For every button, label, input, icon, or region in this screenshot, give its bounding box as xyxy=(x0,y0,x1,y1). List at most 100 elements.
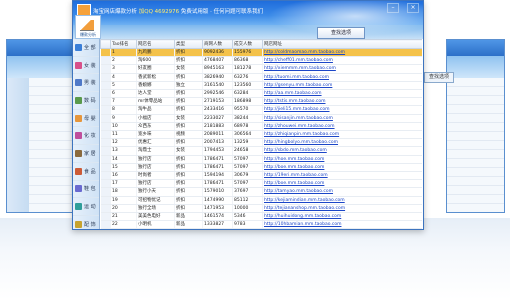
table-cell: 15 xyxy=(110,163,137,173)
sidebar-item[interactable]: 化 妆 xyxy=(73,127,99,146)
background-rows xyxy=(447,78,504,204)
shop-url-link[interactable]: http://kejiamindian.mm.taobao.com xyxy=(262,196,422,205)
floor-reflection xyxy=(0,218,510,300)
column-header[interactable]: 成交人数 xyxy=(232,39,263,49)
table-cell: 37697 xyxy=(232,187,263,197)
row-selector[interactable] xyxy=(100,105,111,115)
table-row[interactable]: 16 时尚者 折扣 1594194 30679 http://19eri.mm.taoba… xyxy=(100,171,422,181)
shop-url-link[interactable]: http://boe.mm.taobao.com xyxy=(262,179,422,189)
shop-url-link[interactable]: http://tejiananshop.mm.taobao.com xyxy=(262,204,422,214)
column-header[interactable]: 网店网址 xyxy=(262,39,422,49)
table-cell: 独行全场 xyxy=(136,204,175,214)
row-selector[interactable] xyxy=(100,196,111,205)
row-selector[interactable] xyxy=(100,56,111,66)
row-selector[interactable] xyxy=(100,163,111,173)
shop-url-link[interactable]: http://jieli15.mm.taobao.com xyxy=(262,105,422,115)
table-row[interactable]: 5 香娘娜 独立 3161540 123560 http://gsenyu.mm.taob… xyxy=(100,81,422,91)
sidebar-item[interactable]: 女 装 xyxy=(73,57,99,75)
shop-url-link[interactable]: http://xiemmm.mm.taobao.com xyxy=(262,64,422,74)
row-selector[interactable] xyxy=(100,73,111,82)
table-row[interactable]: 21 美美色电好 新品 1461574 5346 http://huihuidong.mm… xyxy=(100,212,422,222)
sidebar-item[interactable]: 鞋 包 xyxy=(73,181,99,199)
shop-url-link[interactable]: http://sisanjin.mm.taobao.com xyxy=(262,114,422,123)
table-cell: 14 xyxy=(110,155,137,164)
table-row[interactable]: 14 独行店 折扣 1786471 57097 http://hoe.mm.taobao.… xyxy=(100,155,422,164)
row-selector[interactable] xyxy=(100,171,111,181)
table-row[interactable]: 17 独行店 折扣 1786471 57097 http://boe.mm.taobao.… xyxy=(100,179,422,189)
row-selector[interactable] xyxy=(100,155,111,164)
row-selector[interactable] xyxy=(100,89,111,99)
shop-url-link[interactable]: http://aa.mm.taobao.com xyxy=(262,89,422,99)
sidebar-item[interactable]: 配 饰 xyxy=(73,216,99,229)
shop-url-link[interactable]: http://cheff01.mm.taobao.com xyxy=(262,56,422,66)
table-cell: 18 xyxy=(110,187,137,197)
table-row[interactable]: 9 小福店 女装 2233027 38244 http://sisanjin.mm.tao… xyxy=(100,114,422,123)
sidebar-item[interactable]: 数 码 xyxy=(73,92,99,110)
row-selector[interactable] xyxy=(100,48,111,58)
table-cell: 1786471 xyxy=(202,155,233,164)
sidebar-item[interactable]: 全 部 xyxy=(73,39,99,57)
sidebar-item[interactable]: 运 动 xyxy=(73,198,99,216)
row-selector[interactable] xyxy=(100,130,111,140)
row-selector[interactable] xyxy=(100,97,111,107)
table-row[interactable]: 22 小明机 新品 1333827 9783 http://10hbamian.mm.ta… xyxy=(100,220,422,229)
sidebar-item[interactable]: 男 装 xyxy=(73,74,99,93)
table-row[interactable]: 13 淘鼎士 女装 1794453 24658 http://sbdo.mm.taobao… xyxy=(100,146,422,156)
table-cell: 16 xyxy=(110,171,137,181)
table-cell: 38244 xyxy=(232,114,263,123)
table-cell: 6 xyxy=(110,89,137,99)
table-row[interactable]: 10 众西东 折扣 2181883 68978 http://zhouwei.mm.tao… xyxy=(100,122,422,132)
table-row[interactable]: 12 优惠汇 折扣 2007413 13259 http://hingbolyo.mm.t… xyxy=(100,138,422,148)
shop-url-link[interactable]: http://gsenyu.mm.taobao.com xyxy=(262,81,422,91)
row-selector[interactable] xyxy=(100,114,111,123)
sidebar-item[interactable]: 食 品 xyxy=(73,163,99,181)
sidebar-item-label: 食 品 xyxy=(84,168,96,175)
row-selector[interactable] xyxy=(100,187,111,197)
table-cell: 68978 xyxy=(232,122,263,132)
shop-url-link[interactable]: http://tstis.mm.taobao.com xyxy=(262,97,422,107)
shop-url-link[interactable]: http://tamyao.mm.taobao.com xyxy=(262,187,422,197)
table-row[interactable]: 18 独行小天 折扣 1579010 37697 http://tamyao.mm.tao… xyxy=(100,187,422,197)
column-header[interactable]: Tao排名 xyxy=(110,39,137,49)
shop-url-link[interactable]: http://coldmaomao.mm.taobao.com xyxy=(262,48,422,58)
query-button[interactable]: 查找选项 xyxy=(317,27,365,39)
row-selector[interactable] xyxy=(100,179,111,189)
shop-url-link[interactable]: http://19eri.mm.taobao.com xyxy=(262,171,422,181)
table-row[interactable]: 1 九鸡鹏 折扣 9092436 155976 http://coldmaomao.mm.… xyxy=(100,48,422,58)
table-row[interactable]: 2 淘600 折扣 4768407 86368 http://cheff01.mm.tao… xyxy=(100,56,422,66)
row-selector[interactable] xyxy=(100,138,111,148)
row-selector[interactable] xyxy=(100,204,111,214)
shop-url-link[interactable]: http://huihuidong.mm.taobao.com xyxy=(262,212,422,222)
row-selector[interactable] xyxy=(100,64,111,74)
table-row[interactable]: 19 可招物优记 折扣 1474990 85112 http://kejiamindian… xyxy=(100,196,422,205)
shop-url-link[interactable]: http://boe.mm.taobao.com xyxy=(262,163,422,173)
table-cell: 1579010 xyxy=(202,187,233,197)
shop-url-link[interactable]: http://zhouwei.mm.taobao.com xyxy=(262,122,422,132)
background-titlebar xyxy=(447,40,504,56)
table-row[interactable]: 4 香武新松 折扣 3826940 63276 http://tuomi.mm.taoba… xyxy=(100,73,422,82)
shop-url-link[interactable]: http://hoe.mm.taobao.com xyxy=(262,155,422,164)
shop-url-link[interactable]: http://sbdo.mm.taobao.com xyxy=(262,146,422,156)
row-selector[interactable] xyxy=(100,81,111,91)
table-row[interactable]: 7 mr体零品站 折扣 2719153 186898 http://tstis.mm.ta… xyxy=(100,97,422,107)
shop-url-link[interactable]: http://zhiqianpin.mm.taobao.com xyxy=(262,130,422,140)
table-row[interactable]: 6 达人堂 折扣 2992546 63284 http://aa.mm.taobao.co… xyxy=(100,89,422,99)
table-row[interactable]: 3 好友圈 女装 8945163 181278 http://xiemmm.mm.taob… xyxy=(100,64,422,74)
table-row[interactable]: 15 独行店 折扣 1786471 57097 http://boe.mm.taobao.… xyxy=(100,163,422,173)
shop-url-link[interactable]: http://10hbamian.mm.taobao.com xyxy=(262,220,422,229)
row-selector[interactable] xyxy=(100,122,111,132)
row-selector[interactable] xyxy=(100,146,111,156)
table-cell: 9092436 xyxy=(202,48,233,58)
row-selector[interactable] xyxy=(100,212,111,222)
column-header[interactable]: 商网人数 xyxy=(202,39,233,49)
table-row[interactable]: 8 淘牛品 折扣 2433416 95570 http://jieli15.mm.taob… xyxy=(100,105,422,115)
shop-url-link[interactable]: http://tuomi.mm.taobao.com xyxy=(262,73,422,82)
column-header[interactable]: 网店名 xyxy=(136,39,175,49)
table-row[interactable]: 20 独行全场 折扣 1471953 10000 http://tejiananshop.… xyxy=(100,204,422,214)
sidebar-item[interactable]: 家 居 xyxy=(73,145,99,163)
sidebar-item[interactable]: 母 婴 xyxy=(73,110,99,128)
row-selector[interactable] xyxy=(100,220,111,229)
shop-url-link[interactable]: http://hingbolyo.mm.taobao.com xyxy=(262,138,422,148)
column-header[interactable]: 类型 xyxy=(174,39,203,49)
table-row[interactable]: 11 宽乡味 视频 2089011 306564 http://zhiqianpin.mm… xyxy=(100,130,422,140)
